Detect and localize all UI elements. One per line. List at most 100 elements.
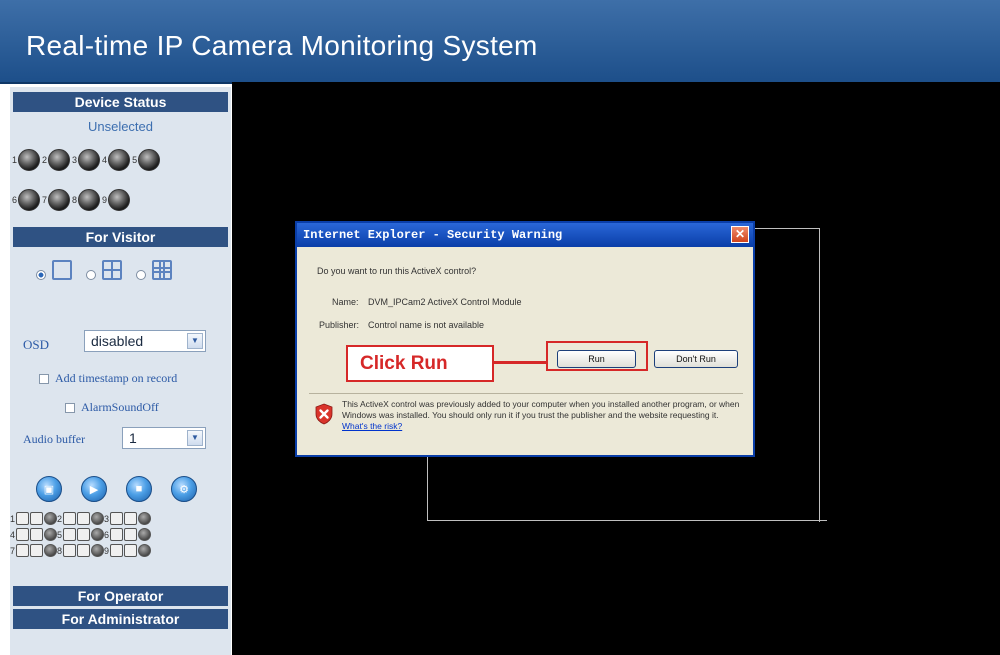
audio-icon[interactable] xyxy=(30,512,44,525)
layout-1-radio[interactable] xyxy=(36,270,46,280)
camera-icon xyxy=(78,149,101,171)
name-value: DVM_IPCam2 ActiveX Control Module xyxy=(368,297,522,307)
camera-icon xyxy=(48,189,71,211)
camera-icon xyxy=(108,149,131,171)
run-button-highlight xyxy=(546,341,648,371)
record-number: 5 xyxy=(57,529,63,540)
camera-icon[interactable] xyxy=(44,544,58,557)
camera-icon[interactable] xyxy=(44,528,58,541)
record-number: 1 xyxy=(10,513,16,524)
publisher-label: Publisher: xyxy=(319,320,360,330)
dialog-question: Do you want to run this ActiveX control? xyxy=(317,266,477,276)
frame-line-left xyxy=(427,455,428,521)
folder-icon: ▣ xyxy=(43,483,55,496)
camera-icon xyxy=(18,149,41,171)
camera-3-button[interactable]: 3 xyxy=(72,149,101,171)
camera-7-button[interactable]: 7 xyxy=(42,189,71,211)
record-number: 7 xyxy=(10,545,16,556)
device-status-text: Unselected xyxy=(87,119,154,134)
audio-icon[interactable] xyxy=(77,512,91,525)
camera-number: 4 xyxy=(102,155,108,165)
audio-icon[interactable] xyxy=(30,544,44,557)
camera-number: 9 xyxy=(102,195,108,205)
camera-icon[interactable] xyxy=(91,544,105,557)
camera-icon xyxy=(108,189,131,211)
camera-8-button[interactable]: 8 xyxy=(72,189,101,211)
click-run-callout: Click Run xyxy=(346,345,494,382)
record-icon[interactable] xyxy=(110,512,124,525)
camera-icon[interactable] xyxy=(138,528,152,541)
camera-4-button[interactable]: 4 xyxy=(102,149,131,171)
camera-6-button[interactable]: 6 xyxy=(12,189,41,211)
camera-number: 7 xyxy=(42,195,48,205)
add-timestamp-label: Add timestamp on record xyxy=(55,371,178,385)
record-number: 9 xyxy=(104,545,110,556)
camera-icon[interactable] xyxy=(138,544,152,557)
record-icon[interactable] xyxy=(110,544,124,557)
for-operator-header[interactable]: For Operator xyxy=(13,586,228,606)
dont-run-button[interactable]: Don't Run xyxy=(654,350,738,368)
camera-icon[interactable] xyxy=(138,512,152,525)
record-number: 8 xyxy=(57,545,63,556)
record-group: 8 xyxy=(57,544,105,557)
add-timestamp-option[interactable]: Add timestamp on record xyxy=(39,371,177,386)
app-title: Real-time IP Camera Monitoring System xyxy=(26,30,538,61)
record-icon[interactable] xyxy=(16,544,30,557)
camera-icon[interactable] xyxy=(91,512,105,525)
camera-9-button[interactable]: 9 xyxy=(102,189,131,211)
osd-label: OSD xyxy=(23,337,50,352)
record-icon[interactable] xyxy=(16,512,30,525)
snapshot-button[interactable]: ▣ xyxy=(36,476,62,502)
risk-link[interactable]: What's the risk? xyxy=(342,421,402,431)
play-icon: ▶ xyxy=(89,483,99,496)
settings-button[interactable]: ⚙ xyxy=(171,476,197,502)
layout-4-radio[interactable] xyxy=(86,270,96,280)
osd-select[interactable]: disabled ▼ xyxy=(84,330,206,352)
audio-buffer-value: 1 xyxy=(129,430,137,446)
camera-number: 5 xyxy=(132,155,138,165)
alarm-sound-off-checkbox[interactable] xyxy=(65,403,75,414)
audio-icon[interactable] xyxy=(30,528,44,541)
alarm-sound-off-option[interactable]: AlarmSoundOff xyxy=(65,400,159,415)
dialog-title: Internet Explorer - Security Warning xyxy=(303,228,563,242)
shield-warning-icon xyxy=(315,403,333,425)
camera-5-button[interactable]: 5 xyxy=(132,149,161,171)
record-icon[interactable] xyxy=(63,544,77,557)
audio-buffer-select[interactable]: 1 ▼ xyxy=(122,427,206,449)
record-icon[interactable] xyxy=(16,528,30,541)
frame-line-top xyxy=(750,228,820,229)
playback-controls: ▣ ▶ ■ ⚙ xyxy=(36,476,197,502)
record-icon[interactable] xyxy=(63,512,77,525)
record-icon[interactable] xyxy=(63,528,77,541)
callout-connector xyxy=(494,361,548,364)
play-button[interactable]: ▶ xyxy=(81,476,107,502)
camera-icon[interactable] xyxy=(91,528,105,541)
record-row-3: 7 8 9 xyxy=(10,544,152,557)
close-icon[interactable]: ✕ xyxy=(731,226,749,243)
record-group: 1 xyxy=(10,512,58,525)
camera-icon xyxy=(18,189,41,211)
osd-value: disabled xyxy=(91,333,144,349)
quad-view-icon xyxy=(102,260,122,280)
camera-2-button[interactable]: 2 xyxy=(42,149,71,171)
record-group: 7 xyxy=(10,544,58,557)
camera-1-button[interactable]: 1 xyxy=(12,149,41,171)
camera-number: 8 xyxy=(72,195,78,205)
alarm-sound-off-label: AlarmSoundOff xyxy=(81,400,159,414)
layout-9-radio[interactable] xyxy=(136,270,146,280)
audio-icon[interactable] xyxy=(124,528,138,541)
app-header: Real-time IP Camera Monitoring System xyxy=(0,0,1000,84)
record-group: 9 xyxy=(104,544,152,557)
for-visitor-header[interactable]: For Visitor xyxy=(13,227,228,247)
audio-icon[interactable] xyxy=(77,544,91,557)
stop-button[interactable]: ■ xyxy=(126,476,152,502)
frame-line-right xyxy=(819,228,820,522)
record-icon[interactable] xyxy=(110,528,124,541)
audio-icon[interactable] xyxy=(124,544,138,557)
camera-icon[interactable] xyxy=(44,512,58,525)
for-administrator-header[interactable]: For Administrator xyxy=(13,609,228,629)
gear-icon: ⚙ xyxy=(179,483,189,496)
audio-icon[interactable] xyxy=(77,528,91,541)
add-timestamp-checkbox[interactable] xyxy=(39,374,49,385)
audio-icon[interactable] xyxy=(124,512,138,525)
